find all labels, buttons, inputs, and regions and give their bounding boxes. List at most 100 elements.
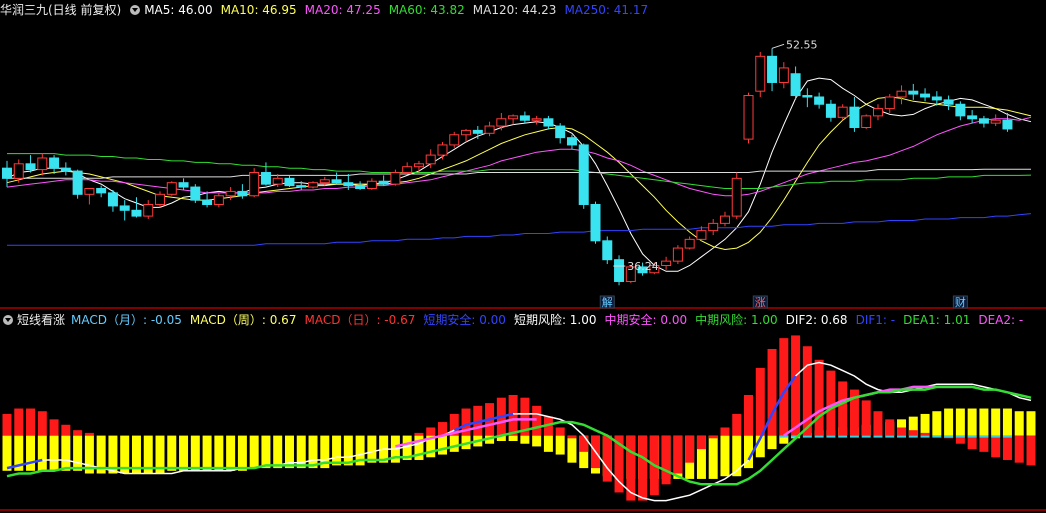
yellow-bar [308,435,318,469]
indicator-line-dif1 [6,458,43,470]
red-bar [626,435,636,501]
indicator-item: 短期安全: 0.00 [423,313,506,327]
red-bar [414,432,424,436]
yellow-bar [967,408,977,436]
dropdown-icon[interactable] [3,315,13,325]
candle-body [849,106,860,128]
candle-body [731,177,742,217]
yellow-bar [1014,411,1024,436]
candle-body [2,167,12,179]
ma10-label: MA10: 46.95 [220,3,297,17]
ma-line-ma5 [6,77,1032,272]
red-bar [426,427,436,436]
yellow-bar [2,435,12,471]
yellow-bar [955,408,965,436]
red-bar [602,435,612,482]
yellow-bar [261,435,271,469]
ma-line-ma120 [7,168,1031,179]
indicator-item: DEA2: - [978,313,1024,327]
red-bar [37,411,47,436]
yellow-bar [991,408,1001,436]
red-bar [979,435,989,452]
red-bar [1014,435,1024,463]
candle-body [107,192,118,207]
candle-body [131,209,142,217]
candle-body [955,103,966,117]
candle-body [884,96,895,110]
candle-body [684,238,695,249]
red-bar [49,419,59,436]
candle-body [508,115,519,120]
candle-body [13,163,24,179]
ma-line-ma250 [7,213,1032,246]
candle-body [696,230,707,240]
candle-body [84,188,95,195]
candle-body [661,260,672,266]
high-price-label: 52.55 [786,38,818,51]
ma-line-ma10 [6,96,1032,251]
candle-body [672,247,683,262]
red-bar [61,424,71,436]
yellow-bar [532,435,542,447]
yellow-bar [767,435,777,450]
candle-body [355,185,366,190]
candle-body [872,108,883,117]
indicator-item: 中期风险: 1.00 [695,313,778,327]
yellow-bar [202,435,212,471]
indicator-item: MACD（日）: -0.67 [304,313,416,327]
candle-body [908,90,919,95]
candle-body [155,193,166,205]
candle-body [60,167,71,172]
candle-body [237,190,248,197]
indicator-item: 中期安全: 0.00 [604,313,688,327]
indicator-legend: 短线看涨 MACD（月）: -0.05 MACD（周）: 0.67 MACD（日）: … [0,310,1046,330]
candle-body [284,177,295,187]
event-tag: 解 [602,295,613,309]
red-bar [26,408,36,436]
candle-body [755,55,766,92]
yellow-bar [567,435,577,463]
red-bar [696,435,706,450]
event-tag: 涨 [755,296,766,309]
yellow-bar [944,408,954,436]
red-bar [838,381,848,436]
yellow-bar [367,435,377,463]
candle-body [308,182,319,188]
candle-body [37,157,48,171]
candle-body [319,179,330,184]
candle-body [978,118,989,124]
red-bar [861,400,871,436]
red-bar [744,394,754,436]
indicator-item: DIF2: 0.68 [785,313,848,327]
red-bar [555,427,565,436]
yellow-bar [1026,411,1036,436]
red-bar [73,430,83,436]
yellow-bar [49,435,59,471]
candle-body [96,188,107,194]
yellow-bar [214,435,224,471]
indicator-title: 短线看涨 [17,313,66,327]
low-price-label: 36.24 [627,260,659,273]
yellow-bar [437,435,447,455]
candle-body [578,144,589,205]
candle-body [614,259,625,282]
candle-body [25,163,36,171]
candle-body [943,99,954,105]
candle-body [343,182,354,187]
candle-body [143,203,154,217]
candle-body [708,222,719,232]
yellow-bar [932,411,942,436]
stock-chart[interactable]: 52.55 36.24 解 涨 财 [0,0,1046,513]
red-bar [685,435,695,463]
red-bar [84,432,94,436]
ma60-label: MA60: 43.82 [388,3,465,17]
candle-body [1002,119,1013,130]
red-bar [2,413,12,436]
candle-body [484,125,495,134]
candle-body [260,172,271,185]
yellow-bar [73,435,83,471]
red-bar [14,408,24,436]
dropdown-icon[interactable] [130,5,141,15]
red-bar [567,435,577,439]
candle-body [437,144,448,156]
